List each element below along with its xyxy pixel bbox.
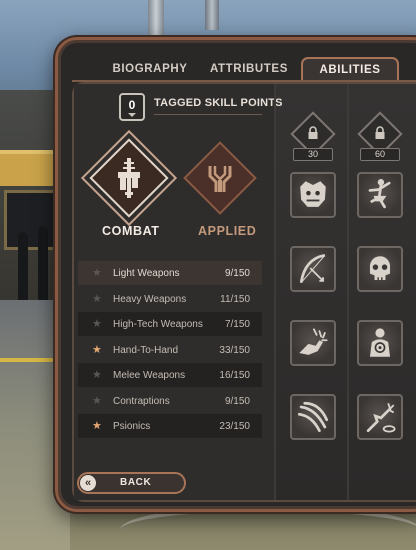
skill-row-high-tech-weapons[interactable]: ★ High-Tech Weapons 7/150 — [78, 312, 262, 336]
tag-star-icon[interactable]: ★ — [92, 266, 102, 280]
skill-row-light-weapons[interactable]: ★ Light Weapons 9/150 — [78, 261, 262, 285]
column-divider — [274, 84, 276, 500]
ability-slot[interactable] — [290, 320, 336, 366]
tab-abilities[interactable]: ABILITIES — [301, 57, 399, 82]
skill-name: Melee Weapons — [113, 370, 186, 381]
tier-requirement: 60 — [360, 148, 400, 161]
background-pole — [205, 0, 219, 30]
tag-star-icon[interactable]: ★ — [92, 368, 102, 382]
skill-row-melee-weapons[interactable]: ★ Melee Weapons 16/150 — [78, 363, 262, 387]
tag-star-icon[interactable]: ★ — [92, 394, 102, 408]
lock-icon — [375, 126, 385, 139]
skill-value: 11/150 — [220, 294, 250, 305]
chevron-left-icon: « — [80, 475, 96, 491]
back-button[interactable]: « BACK — [77, 472, 186, 494]
skill-name: Psionics — [113, 421, 151, 432]
skill-name: Contraptions — [113, 396, 170, 407]
skill-value: 7/150 — [224, 319, 250, 330]
tagged-skill-points-label: TAGGED SKILL POINTS — [154, 97, 283, 109]
dancer-icon — [368, 179, 391, 209]
divider — [154, 114, 262, 115]
claw-slash-icon — [297, 401, 329, 433]
tier-requirement: 30 — [293, 148, 333, 161]
ability-slot[interactable] — [357, 246, 403, 292]
ability-slot[interactable] — [357, 172, 403, 218]
skill-value: 9/150 — [224, 268, 250, 279]
background-character — [38, 226, 48, 302]
ability-slot[interactable] — [290, 246, 336, 292]
punch-impact-icon — [299, 328, 328, 355]
skill-name: High-Tech Weapons — [113, 319, 203, 330]
broken-bow-icon — [299, 253, 326, 284]
ability-slot[interactable] — [357, 320, 403, 366]
skull-icon — [369, 256, 391, 280]
target-silhouette-icon — [369, 328, 391, 357]
tag-star-icon[interactable]: ★ — [92, 317, 102, 331]
background-character — [18, 232, 28, 302]
skill-name: Heavy Weapons — [113, 294, 187, 305]
tag-star-icon[interactable]: ★ — [92, 292, 102, 306]
skill-row-heavy-weapons[interactable]: ★ Heavy Weapons 11/150 — [78, 287, 262, 311]
tag-star-icon[interactable]: ★ — [92, 343, 102, 357]
ability-slot[interactable] — [357, 394, 403, 440]
category-combat-label: COMBAT — [102, 224, 160, 238]
beast-face-icon — [300, 181, 326, 207]
skill-value: 9/150 — [224, 396, 250, 407]
tab-biography[interactable]: BIOGRAPHY — [108, 58, 192, 80]
ability-slot[interactable] — [290, 394, 336, 440]
skill-row-psionics[interactable]: ★ Psionics 23/150 — [78, 414, 262, 438]
skill-row-hand-to-hand[interactable]: ★ Hand-To-Hand 33/150 — [78, 338, 262, 362]
category-applied-label: APPLIED — [198, 224, 257, 238]
tab-attributes[interactable]: ATTRIBUTES — [207, 58, 291, 80]
skill-value: 23/150 — [219, 421, 250, 432]
tag-star-icon[interactable]: ★ — [92, 419, 102, 433]
psionic-hand-icon — [366, 403, 396, 433]
ability-slot[interactable] — [290, 172, 336, 218]
column-divider — [347, 84, 349, 500]
tab-divider — [72, 80, 416, 82]
combat-weapons-icon — [118, 158, 140, 198]
applied-tools-icon — [208, 166, 232, 192]
skill-value: 16/150 — [219, 370, 250, 381]
lock-icon — [308, 126, 318, 139]
skill-row-contraptions[interactable]: ★ Contraptions 9/150 — [78, 389, 262, 413]
skill-name: Hand-To-Hand — [113, 345, 179, 356]
skill-value: 33/150 — [219, 345, 250, 356]
skill-name: Light Weapons — [113, 268, 180, 279]
back-button-label: BACK — [120, 477, 152, 488]
badge-pointer — [128, 113, 136, 117]
background-pole — [148, 0, 164, 40]
